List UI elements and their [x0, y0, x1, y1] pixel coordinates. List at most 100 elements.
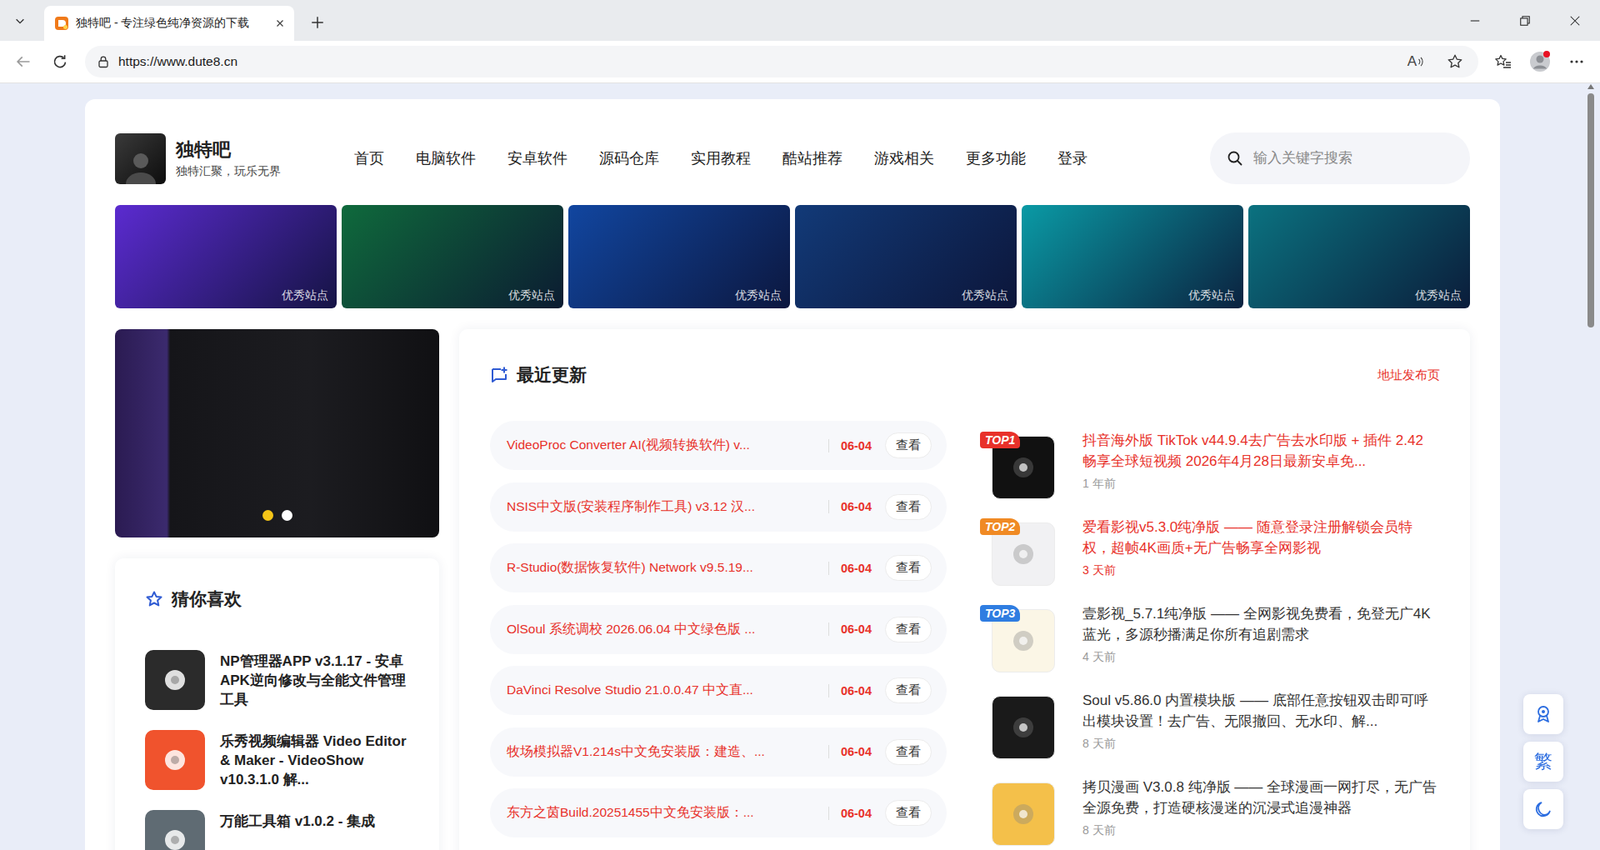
- nav-item[interactable]: 源码仓库: [599, 148, 660, 169]
- reload-icon[interactable]: [43, 46, 77, 77]
- nav-item[interactable]: 首页: [354, 148, 385, 169]
- award-icon[interactable]: [1523, 694, 1564, 735]
- browser-tab[interactable]: 独特吧 - 专注绿色纯净资源的下载: [44, 5, 295, 41]
- recent-row-title[interactable]: DaVinci Resolve Studio 21.0.0.47 中文直...: [506, 681, 820, 700]
- tab-actions-chevron-icon[interactable]: [3, 4, 37, 38]
- more-dots-icon[interactable]: [1568, 53, 1585, 70]
- minimize-icon[interactable]: [1469, 15, 1481, 27]
- top-item[interactable]: TOP3 壹影视_5.7.1纯净版 —— 全网影视免费看，免登无广4K蓝光，多源秒…: [979, 604, 1440, 673]
- scrollbar-thumb[interactable]: [1587, 93, 1595, 328]
- profile-button[interactable]: [1523, 46, 1557, 77]
- site-banner[interactable]: 优秀站点: [568, 205, 790, 309]
- view-button[interactable]: 查看: [885, 739, 932, 765]
- guess-item-title[interactable]: NP管理器APP v3.1.17 - 安卓APK逆向修改与全能文件管理工具: [220, 643, 415, 710]
- back-arrow-icon[interactable]: [6, 46, 40, 77]
- moon-icon[interactable]: [1523, 789, 1564, 830]
- top-item[interactable]: TOP1 抖音海外版 TikTok v44.9.4去广告去水印版 + 插件 2.4…: [979, 430, 1440, 500]
- view-button[interactable]: 查看: [885, 616, 932, 643]
- top-item-title[interactable]: 爱看影视v5.3.0纯净版 —— 随意登录注册解锁会员特权，超帧4K画质+无广告…: [1082, 517, 1440, 559]
- recent-row[interactable]: VideoProc Converter AI(视频转换软件) v...06-04…: [490, 420, 947, 470]
- nav-item[interactable]: 更多功能: [965, 148, 1026, 169]
- favorite-star-icon[interactable]: [1438, 46, 1472, 77]
- close-window-icon[interactable]: [1569, 15, 1581, 27]
- restore-icon[interactable]: [1500, 0, 1550, 41]
- view-button[interactable]: 查看: [885, 800, 932, 826]
- top-item-title[interactable]: 壹影视_5.7.1纯净版 —— 全网影视免费看，免登无广4K蓝光，多源秒播满足你…: [1082, 604, 1440, 645]
- app-icon[interactable]: [991, 695, 1055, 760]
- nav-item[interactable]: 酷站推荐: [782, 148, 843, 169]
- guess-item[interactable]: 万能工具箱 v1.0.2 - 集成: [145, 803, 415, 850]
- more-dots-icon[interactable]: [1560, 46, 1594, 77]
- site-logo[interactable]: [115, 133, 166, 185]
- reload-icon[interactable]: [51, 53, 69, 70]
- recent-row[interactable]: OlSoul 系统调校 2026.06.04 中文绿色版 ...06-04查看: [490, 605, 947, 655]
- recent-row[interactable]: 东方之茵Build.20251455中文免安装版：...06-04查看: [490, 788, 947, 838]
- site-banner[interactable]: 优秀站点: [115, 205, 337, 309]
- guess-item[interactable]: NP管理器APP v3.1.17 - 安卓APK逆向修改与全能文件管理工具: [145, 643, 415, 710]
- slider-dot[interactable]: [262, 510, 274, 521]
- nav-item[interactable]: 安卓软件: [507, 148, 568, 169]
- tab-close-icon[interactable]: [274, 17, 286, 30]
- view-button[interactable]: 查看: [885, 555, 932, 581]
- recent-row-title[interactable]: 东方之茵Build.20251455中文免安装版：...: [506, 804, 820, 822]
- tab-close-icon[interactable]: [274, 17, 286, 30]
- recent-row[interactable]: 牧场模拟器V1.214s中文免安装版：建造、...06-04查看: [490, 727, 947, 777]
- site-banner[interactable]: 优秀站点: [341, 205, 564, 309]
- site-banner[interactable]: 优秀站点: [795, 205, 1017, 309]
- award-icon[interactable]: [1533, 704, 1554, 725]
- nav-item[interactable]: 电脑软件: [415, 148, 476, 169]
- app-icon[interactable]: [145, 650, 205, 710]
- recent-row-title[interactable]: VideoProc Converter AI(视频转换软件) v...: [506, 436, 820, 455]
- top-item-title[interactable]: 抖音海外版 TikTok v44.9.4去广告去水印版 + 插件 2.42 畅享…: [1082, 430, 1440, 472]
- lock-icon[interactable]: [96, 55, 110, 69]
- scrollbar[interactable]: [1585, 83, 1597, 850]
- scroll-up-arrow-icon[interactable]: [1586, 83, 1595, 90]
- top-item[interactable]: TOP2 爱看影视v5.3.0纯净版 —— 随意登录注册解锁会员特权，超帧4K画质…: [979, 517, 1440, 586]
- scroll-up-arrow-icon[interactable]: [1586, 83, 1595, 90]
- top-item-title[interactable]: Soul v5.86.0 内置模块版 —— 底部任意按钮双击即可呼出模块设置！去…: [1082, 690, 1440, 732]
- scrollbar-track[interactable]: [1585, 93, 1597, 850]
- slider-dot[interactable]: [281, 510, 293, 521]
- address-page-link[interactable]: 地址发布页: [1377, 367, 1440, 384]
- recent-row[interactable]: R-Studio(数据恢复软件) Network v9.5.19...06-04…: [490, 543, 947, 593]
- view-button[interactable]: 查看: [885, 677, 932, 704]
- search-box[interactable]: [1210, 132, 1470, 185]
- recent-row-title[interactable]: NSIS中文版(安装程序制作工具) v3.12 汉...: [506, 498, 820, 516]
- address-field[interactable]: https://www.dute8.cn A: [85, 45, 1479, 78]
- recent-row-title[interactable]: R-Studio(数据恢复软件) Network v9.5.19...: [506, 559, 820, 577]
- brand-name[interactable]: 独特吧: [175, 137, 301, 163]
- guess-item-title[interactable]: 万能工具箱 v1.0.2 - 集成: [220, 803, 375, 831]
- top-item-title[interactable]: 拷贝漫画 V3.0.8 纯净版 —— 全球漫画一网打尽，无广告全源免费，打造硬核…: [1082, 777, 1440, 819]
- new-tab-plus-icon[interactable]: [310, 15, 325, 30]
- recent-row-title[interactable]: 牧场模拟器V1.214s中文免安装版：建造、...: [506, 743, 820, 761]
- close-window-icon[interactable]: [1550, 0, 1600, 41]
- nav-item[interactable]: 登录: [1057, 148, 1088, 169]
- address-url[interactable]: https://www.dute8.cn: [118, 54, 1394, 70]
- site-banner[interactable]: 优秀站点: [1248, 205, 1470, 309]
- favorite-star-icon[interactable]: [1446, 53, 1464, 70]
- site-banner[interactable]: 优秀站点: [1021, 205, 1244, 309]
- new-tab-plus-icon[interactable]: [300, 5, 335, 40]
- app-icon[interactable]: TOP3: [991, 609, 1055, 673]
- language-toggle[interactable]: 繁: [1523, 741, 1564, 782]
- app-icon[interactable]: [145, 730, 205, 790]
- view-button[interactable]: 查看: [885, 432, 932, 459]
- nav-item[interactable]: 实用教程: [690, 148, 751, 169]
- view-button[interactable]: 查看: [885, 494, 932, 520]
- read-aloud-button[interactable]: A: [1401, 53, 1430, 70]
- moon-icon[interactable]: [1534, 800, 1553, 819]
- app-icon[interactable]: TOP1: [991, 435, 1055, 500]
- app-icon[interactable]: [145, 810, 205, 850]
- recent-row-title[interactable]: OlSoul 系统调校 2026.06.04 中文绿色版 ...: [506, 620, 820, 639]
- app-icon[interactable]: TOP2: [991, 522, 1055, 586]
- brand[interactable]: 独特吧独特汇聚，玩乐无界: [175, 137, 301, 180]
- guess-item[interactable]: 乐秀视频编辑器 Video Editor & Maker - VideoShow…: [145, 723, 415, 790]
- top-item[interactable]: 拷贝漫画 V3.0.8 纯净版 —— 全球漫画一网打尽，无广告全源免费，打造硬核…: [979, 777, 1440, 846]
- restore-icon[interactable]: [1519, 15, 1531, 27]
- guess-item-title[interactable]: 乐秀视频编辑器 Video Editor & Maker - VideoShow…: [220, 723, 415, 790]
- recent-row[interactable]: DaVinci Resolve Studio 21.0.0.47 中文直...0…: [490, 665, 947, 715]
- nav-item[interactable]: 游戏相关: [874, 148, 935, 169]
- tab-actions-chevron-icon[interactable]: [14, 15, 26, 27]
- search-input[interactable]: [1251, 149, 1454, 168]
- favorites-list-icon[interactable]: [1486, 46, 1520, 77]
